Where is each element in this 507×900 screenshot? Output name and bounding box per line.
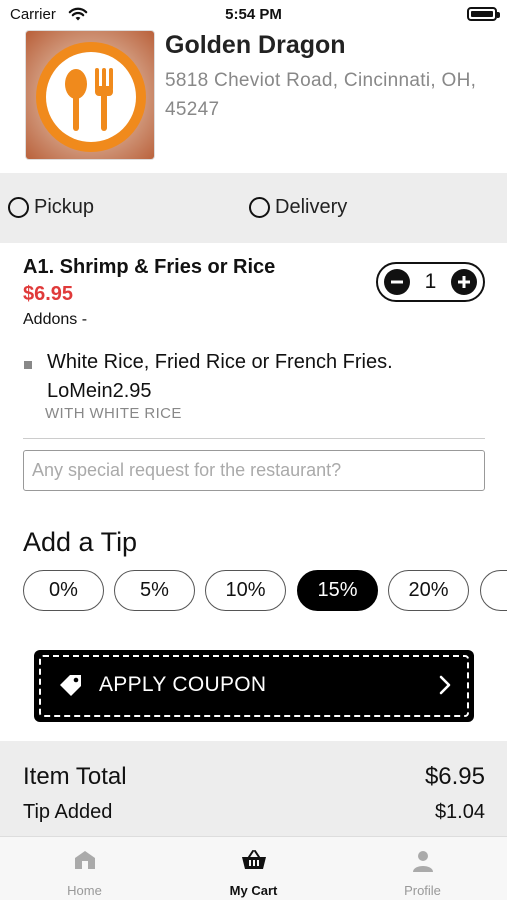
tip-added-value: $1.04 <box>434 801 485 823</box>
tab-profile-label: Profile <box>404 883 441 898</box>
restaurant-logo <box>25 30 155 160</box>
tip-option-0[interactable]: 0% <box>23 570 104 611</box>
tip-option-10[interactable]: 10% <box>205 570 286 611</box>
radio-icon <box>249 197 270 218</box>
pickup-label: Pickup <box>34 196 95 218</box>
tab-profile[interactable]: Profile <box>338 837 507 900</box>
tab-home-label: Home <box>67 883 102 898</box>
tip-option-5[interactable]: 5% <box>114 570 195 611</box>
tab-my-cart-label: My Cart <box>229 883 278 898</box>
status-bar: Carrier 5:54 PM <box>0 0 507 30</box>
item-price: $6.95 <box>23 283 74 305</box>
item-total-label: Item Total <box>23 763 127 790</box>
coupon-label: APPLY COUPON <box>99 673 267 696</box>
order-totals: Item Total $6.95 Tip Added $1.04 <box>0 741 507 836</box>
tab-home[interactable]: Home <box>0 837 169 900</box>
decrement-button[interactable] <box>384 269 410 295</box>
item-total-value: $6.95 <box>424 763 485 790</box>
quantity-value: 1 <box>424 270 437 293</box>
battery-icon <box>467 7 500 21</box>
person-icon <box>338 849 507 873</box>
item-title: A1. Shrimp & Fries or Rice <box>23 256 276 278</box>
addon-selection: WITH WHITE RICE <box>45 405 182 422</box>
basket-icon <box>169 849 338 871</box>
bullet-icon <box>24 361 32 369</box>
divider <box>23 438 485 439</box>
minus-icon <box>391 280 403 284</box>
delivery-label: Delivery <box>275 196 348 218</box>
tip-heading: Add a Tip <box>23 527 138 557</box>
tab-bar: Home My Cart Profile <box>0 836 507 900</box>
pickup-option[interactable]: Pickup <box>8 196 94 219</box>
chevron-right-icon <box>438 674 452 701</box>
plus-icon <box>458 276 470 288</box>
tip-added-label: Tip Added <box>23 801 113 823</box>
tip-option-more[interactable] <box>480 570 507 611</box>
addon-name: White Rice, Fried Rice or French Fries. … <box>47 351 393 402</box>
order-type-selector: Pickup Delivery <box>0 173 507 243</box>
increment-button[interactable] <box>451 269 477 295</box>
tip-option-20[interactable]: 20% <box>388 570 469 611</box>
tab-my-cart[interactable]: My Cart <box>169 837 338 900</box>
addons-label: Addons - <box>23 311 88 328</box>
tag-icon <box>58 672 84 703</box>
clock-label: 5:54 PM <box>225 6 282 23</box>
apply-coupon-button[interactable]: APPLY COUPON <box>34 650 474 722</box>
restaurant-name: Golden Dragon <box>165 31 346 59</box>
quantity-stepper: 1 <box>376 262 485 302</box>
restaurant-address: 5818 Cheviot Road, Cincinnati, OH, 45247 <box>165 70 477 120</box>
home-icon <box>0 849 169 871</box>
special-request-input[interactable] <box>23 450 485 491</box>
tip-option-15[interactable]: 15% <box>297 570 378 611</box>
delivery-option[interactable]: Delivery <box>249 196 347 219</box>
tip-options: 0% 5% 10% 15% 20% <box>23 570 507 612</box>
radio-icon <box>8 197 29 218</box>
